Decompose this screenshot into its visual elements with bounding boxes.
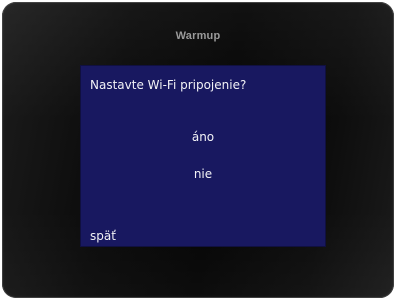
no-option[interactable]: nie [81,167,325,181]
prompt-title: Nastavte Wi-Fi pripojenie? [90,78,247,92]
brand-logo: Warmup [175,30,221,42]
display-screen: Nastavte Wi-Fi pripojenie? áno nie späť [81,66,325,246]
back-button[interactable]: späť [90,229,116,243]
thermostat-device: Warmup Nastavte Wi-Fi pripojenie? áno ni… [2,2,394,298]
yes-option[interactable]: áno [81,130,325,144]
